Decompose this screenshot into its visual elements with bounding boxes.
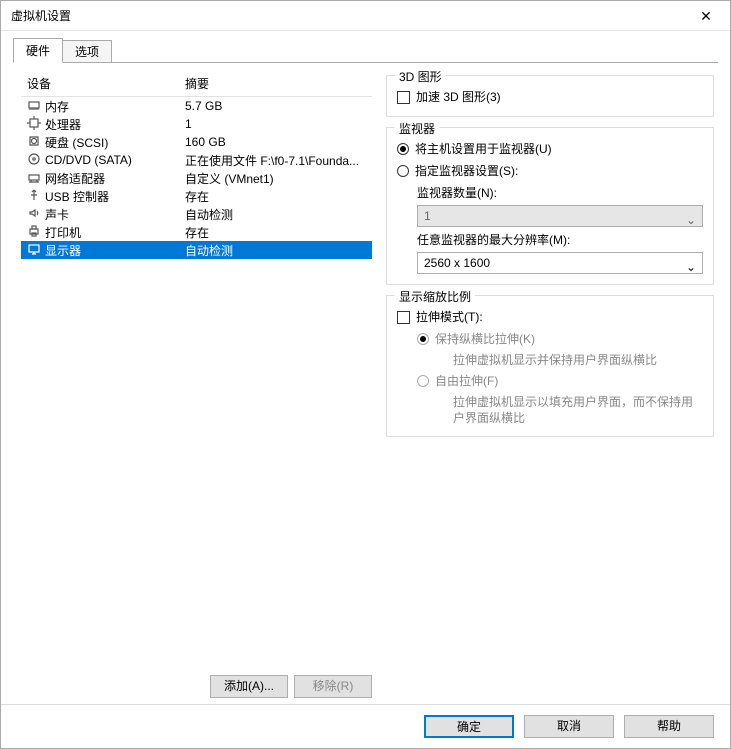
device-name: 打印机 [45, 224, 185, 241]
checkbox-label: 加速 3D 图形(3) [416, 88, 501, 106]
device-row[interactable]: 显示器自动检测 [21, 241, 372, 259]
group-monitor: 监视器 将主机设置用于监视器(U) 指定监视器设置(S): 监视器数量(N): [386, 127, 714, 285]
select-value: 1 [424, 209, 431, 223]
device-name: 处理器 [45, 116, 185, 133]
group-3d: 3D 图形 加速 3D 图形(3) [386, 75, 714, 117]
usb-icon [27, 188, 45, 205]
device-summary: 存在 [185, 224, 366, 241]
radio-free-stretch: 自由拉伸(F) [417, 372, 703, 390]
tab-options[interactable]: 选项 [62, 40, 112, 63]
net-icon [27, 170, 45, 187]
radio-icon [397, 165, 409, 177]
radio-specify[interactable]: 指定监视器设置(S): [397, 162, 703, 180]
device-summary: 正在使用文件 F:\f0-7.1\Founda... [185, 152, 366, 169]
legend-monitor: 监视器 [395, 120, 439, 137]
device-name: 显示器 [45, 242, 185, 259]
label-monitor-count: 监视器数量(N): [417, 184, 703, 201]
checkbox-accelerate-3d[interactable]: 加速 3D 图形(3) [397, 88, 703, 106]
checkbox-stretch-mode[interactable]: 拉伸模式(T): [397, 308, 703, 326]
device-row[interactable]: 处理器1 [21, 115, 372, 133]
tab-hardware[interactable]: 硬件 [13, 38, 63, 63]
select-monitor-count[interactable]: 1 ⌄ [417, 205, 703, 227]
device-row[interactable]: USB 控制器存在 [21, 187, 372, 205]
radio-icon [417, 333, 429, 345]
radio-icon [417, 375, 429, 387]
disk-icon [27, 134, 45, 151]
col-header-device: 设备 [27, 75, 185, 92]
device-name: 硬盘 (SCSI) [45, 134, 185, 151]
add-button[interactable]: 添加(A)... [210, 675, 288, 698]
tab-strip: 硬件 选项 [13, 39, 718, 63]
window-title: 虚拟机设置 [11, 7, 686, 24]
radio-icon [397, 143, 409, 155]
cpu-icon [27, 116, 45, 133]
radio-label: 指定监视器设置(S): [415, 162, 518, 180]
printer-icon [27, 224, 45, 241]
radio-keep-ratio: 保持纵横比拉伸(K) [417, 330, 703, 348]
device-summary: 自定义 (VMnet1) [185, 170, 366, 187]
titlebar: 虚拟机设置 ✕ [1, 1, 730, 31]
device-list: 设备 摘要 内存5.7 GB处理器1硬盘 (SCSI)160 GBCD/DVD … [21, 71, 372, 671]
device-name: USB 控制器 [45, 188, 185, 205]
device-row[interactable]: 内存5.7 GB [21, 97, 372, 115]
cancel-button[interactable]: 取消 [524, 715, 614, 738]
memory-icon [27, 98, 45, 115]
legend-3d: 3D 图形 [395, 68, 446, 85]
desc-free-stretch: 拉伸虚拟机显示以填充用户界面，而不保持用户界面纵横比 [453, 394, 703, 426]
radio-label: 自由拉伸(F) [435, 372, 498, 390]
radio-use-host[interactable]: 将主机设置用于监视器(U) [397, 140, 703, 158]
radio-label: 保持纵横比拉伸(K) [435, 330, 535, 348]
device-summary: 自动检测 [185, 242, 366, 259]
device-name: 网络适配器 [45, 170, 185, 187]
device-row[interactable]: 打印机存在 [21, 223, 372, 241]
device-row[interactable]: CD/DVD (SATA)正在使用文件 F:\f0-7.1\Founda... [21, 151, 372, 169]
device-row[interactable]: 硬盘 (SCSI)160 GB [21, 133, 372, 151]
group-scaling: 显示缩放比例 拉伸模式(T): 保持纵横比拉伸(K) 拉伸虚拟机显示并保持用户界… [386, 295, 714, 437]
device-name: 内存 [45, 98, 185, 115]
vm-settings-window: 虚拟机设置 ✕ 硬件 选项 设备 摘要 内存5.7 GB处理器1硬盘 (SCSI… [0, 0, 731, 749]
chevron-down-icon: ⌄ [686, 257, 696, 277]
checkbox-icon [397, 91, 410, 104]
dialog-footer: 确定 取消 帮助 [1, 704, 730, 748]
device-summary: 1 [185, 117, 366, 131]
device-name: 声卡 [45, 206, 185, 223]
col-header-summary: 摘要 [185, 75, 366, 92]
chevron-down-icon: ⌄ [686, 210, 696, 230]
device-row[interactable]: 网络适配器自定义 (VMnet1) [21, 169, 372, 187]
select-value: 2560 x 1600 [424, 256, 490, 270]
device-summary: 160 GB [185, 135, 366, 149]
remove-button[interactable]: 移除(R) [294, 675, 372, 698]
select-max-resolution[interactable]: 2560 x 1600 ⌄ [417, 252, 703, 274]
checkbox-label: 拉伸模式(T): [416, 308, 483, 326]
device-summary: 存在 [185, 188, 366, 205]
close-icon[interactable]: ✕ [686, 2, 726, 30]
device-name: CD/DVD (SATA) [45, 153, 185, 167]
display-icon [27, 242, 45, 259]
help-button[interactable]: 帮助 [624, 715, 714, 738]
device-summary: 自动检测 [185, 206, 366, 223]
legend-scaling: 显示缩放比例 [395, 288, 475, 305]
device-summary: 5.7 GB [185, 99, 366, 113]
desc-keep-ratio: 拉伸虚拟机显示并保持用户界面纵横比 [453, 352, 703, 368]
device-row[interactable]: 声卡自动检测 [21, 205, 372, 223]
label-max-resolution: 任意监视器的最大分辨率(M): [417, 231, 703, 248]
sound-icon [27, 206, 45, 223]
ok-button[interactable]: 确定 [424, 715, 514, 738]
checkbox-icon [397, 311, 410, 324]
radio-label: 将主机设置用于监视器(U) [415, 140, 552, 158]
cd-icon [27, 152, 45, 169]
